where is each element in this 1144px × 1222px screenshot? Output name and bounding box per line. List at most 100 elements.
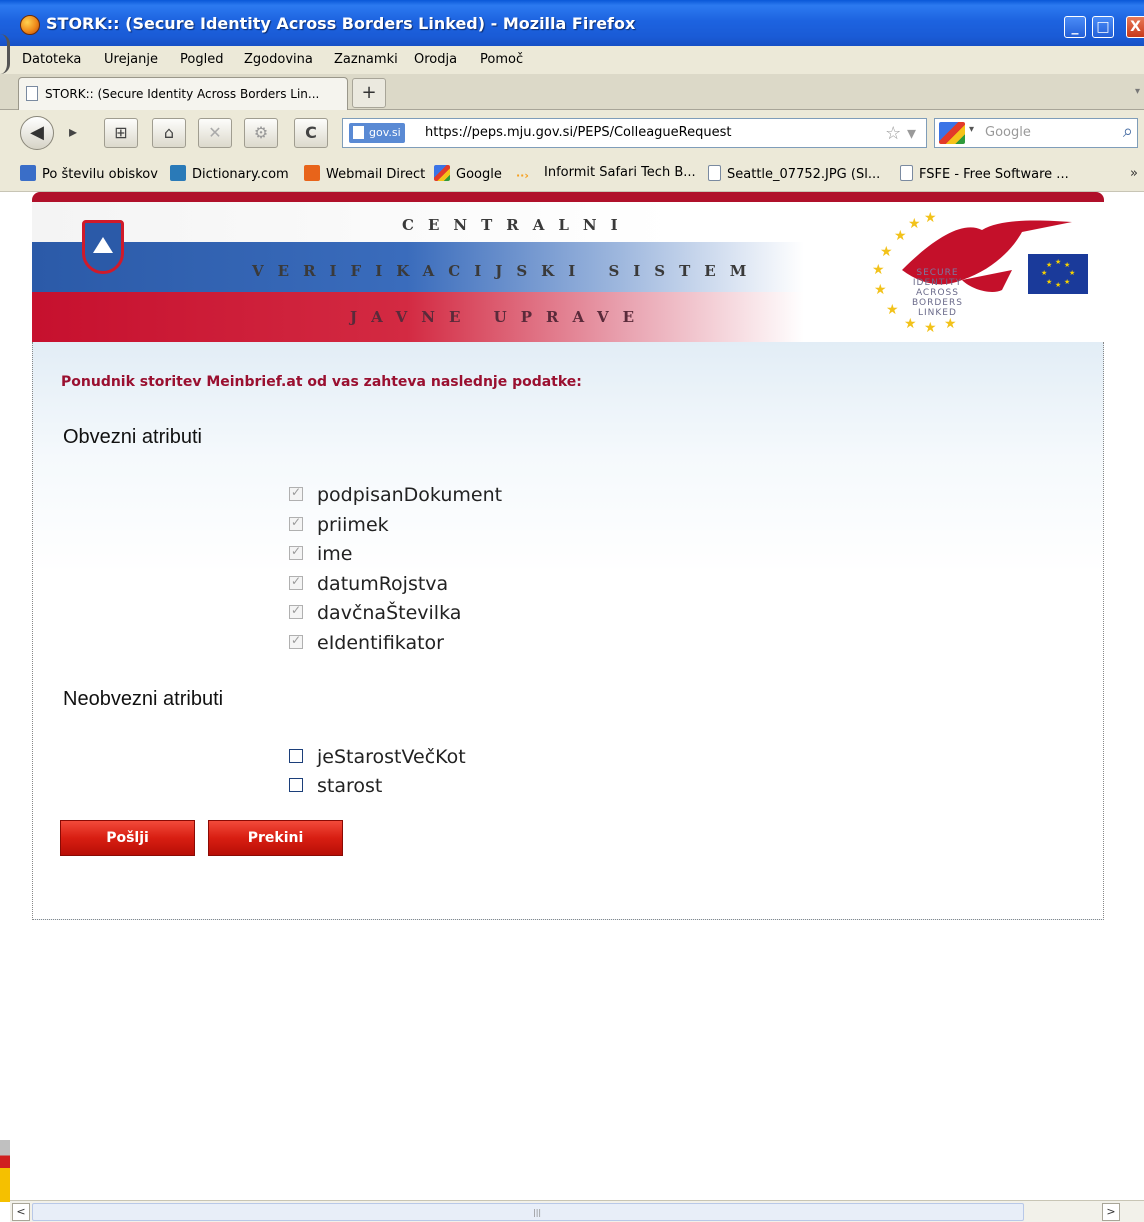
banner-title-line3: JAVNE UPRAVE [350, 308, 649, 326]
stork-word: LINKED [918, 308, 957, 318]
menu-pomoc[interactable]: Pomoč [480, 52, 523, 67]
site-banner: CENTRALNI VERIFIKACIJSKI SISTEM JAVNE UP… [32, 192, 1104, 342]
attribute-eIdentifikator: eIdentifikator [289, 632, 444, 660]
attribute-davcnaStevilka: davčnaŠtevilka [289, 602, 461, 630]
stork-word: SECURE [916, 268, 959, 278]
attribute-label[interactable]: jeStarostVečKot [317, 746, 466, 768]
tab-stork[interactable]: STORK:: (Secure Identity Across Borders … [18, 77, 348, 110]
bookmark-informit[interactable]: ··› Informit Safari Tech B... [516, 165, 696, 185]
attribute-jeStarostVecKot: jeStarostVečKot [289, 746, 466, 774]
new-tab-button[interactable]: + [352, 78, 386, 108]
site-identity-badge[interactable]: gov.si [349, 123, 405, 143]
attribute-checkbox-disabled [289, 485, 303, 501]
svg-text:★: ★ [874, 282, 887, 298]
google-engine-icon[interactable] [939, 122, 965, 144]
menu-zgodovina[interactable]: Zgodovina [244, 52, 313, 67]
stop-button[interactable]: ✕ [198, 118, 232, 148]
optional-attribute-checkbox[interactable] [289, 749, 303, 763]
bookmarks-overflow-icon[interactable]: » [1130, 166, 1138, 181]
url-input[interactable]: https://peps.mju.gov.si/PEPS/ColleagueRe… [425, 125, 731, 140]
window-title: STORK:: (Secure Identity Across Borders … [46, 14, 636, 33]
scrollbar-thumb[interactable]: ||| [32, 1203, 1024, 1221]
minimize-button[interactable]: _ [1064, 16, 1086, 38]
bookmark-label: FSFE - Free Software ... [919, 167, 1069, 182]
page-icon [900, 165, 913, 181]
search-bar[interactable]: ▾ Google ⌕ [934, 118, 1138, 148]
informit-icon: ··› [516, 169, 529, 182]
bookmark-label: Webmail Direct [326, 167, 426, 182]
reload-button[interactable]: C [294, 118, 328, 148]
scroll-right-button[interactable]: > [1102, 1203, 1120, 1221]
page-action-button[interactable]: ⊞ [104, 118, 138, 148]
banner-title-line2: VERIFIKACIJSKI SISTEM [252, 262, 761, 280]
tab-list-icon[interactable]: ▾ [1135, 86, 1140, 97]
menu-orodja[interactable]: Orodja [414, 52, 457, 67]
menu-pogled[interactable]: Pogled [180, 52, 223, 67]
stork-logo-text: SECURE IDENTITY ACROSS BORDERS LINKED [912, 268, 963, 318]
url-bar[interactable]: gov.si https://peps.mju.gov.si/PEPS/Coll… [342, 118, 927, 148]
maximize-button[interactable]: □ [1092, 16, 1114, 38]
svg-text:★: ★ [872, 262, 885, 278]
bookmark-label: Google [456, 167, 502, 182]
menu-urejanje[interactable]: Urejanje [104, 52, 158, 67]
mandatory-attributes-title: Obvezni atributi [63, 426, 202, 448]
attribute-checkbox-disabled [289, 574, 303, 590]
slovenian-coat-of-arms-icon [82, 220, 124, 274]
scroll-left-button[interactable]: < [12, 1203, 30, 1221]
addon-button[interactable]: ⚙ [244, 118, 278, 148]
search-icon[interactable]: ⌕ [1123, 121, 1133, 142]
svg-text:★: ★ [924, 210, 937, 226]
stork-word: IDENTITY [912, 278, 963, 288]
bookmark-google[interactable]: Google [434, 165, 502, 182]
attribute-label: ime [317, 543, 353, 565]
svg-text:★: ★ [886, 302, 899, 318]
cancel-button[interactable]: Prekini [208, 820, 343, 856]
bookmark-label: Dictionary.com [192, 167, 289, 182]
attribute-priimek: priimek [289, 514, 389, 542]
attribute-label: priimek [317, 514, 389, 536]
attribute-label: davčnaŠtevilka [317, 602, 462, 624]
stork-word: BORDERS [912, 298, 963, 308]
horizontal-scrollbar[interactable]: < ||| > [10, 1200, 1144, 1222]
bookmark-label: Po številu obiskov [42, 167, 158, 182]
bookmark-star-icon[interactable]: ☆ ▾ [885, 123, 916, 144]
attribute-checkbox-disabled [289, 603, 303, 619]
banner-title-line1: CENTRALNI [402, 216, 632, 234]
forward-button[interactable]: ▸ [58, 118, 88, 148]
page-viewport: CENTRALNI VERIFIKACIJSKI SISTEM JAVNE UP… [10, 192, 1144, 1200]
attribute-checkbox-disabled [289, 633, 303, 649]
attribute-datumRojstva: datumRojstva [289, 573, 448, 601]
tab-bar: STORK:: (Secure Identity Across Borders … [0, 74, 1144, 110]
window-titlebar[interactable]: STORK:: (Secure Identity Across Borders … [0, 0, 1144, 46]
bookmark-fsfe[interactable]: FSFE - Free Software ... [900, 165, 1069, 182]
most-visited-icon [20, 165, 36, 181]
svg-text:★: ★ [944, 316, 957, 332]
attribute-ime: ime [289, 543, 352, 571]
attribute-label[interactable]: starost [317, 775, 382, 797]
svg-text:★: ★ [880, 244, 893, 260]
search-engine-dropdown-icon[interactable]: ▾ [969, 124, 974, 135]
back-button[interactable]: ◀ [20, 116, 54, 150]
menu-zaznamki[interactable]: Zaznamki [334, 52, 398, 67]
close-button[interactable]: X [1126, 16, 1144, 38]
home-button[interactable]: ⌂ [152, 118, 186, 148]
bookmark-dictionary[interactable]: Dictionary.com [170, 165, 289, 182]
page-icon [708, 165, 721, 181]
attribute-label: podpisanDokument [317, 484, 503, 506]
google-icon [434, 165, 450, 181]
svg-text:★: ★ [904, 316, 917, 332]
background-window-edge [0, 1140, 10, 1202]
page-icon [26, 86, 38, 101]
bookmark-seattle[interactable]: Seattle_07752.JPG (Sl... [708, 165, 880, 182]
attribute-starost: starost [289, 775, 382, 803]
optional-attribute-checkbox[interactable] [289, 778, 303, 792]
menu-datoteka[interactable]: Datoteka [22, 52, 81, 67]
bookmark-most-visited[interactable]: Po številu obiskov [20, 165, 158, 182]
svg-text:★: ★ [924, 320, 937, 335]
submit-button[interactable]: Pošlji [60, 820, 195, 856]
search-input[interactable]: Google [985, 125, 1031, 140]
optional-attributes-title: Neobvezni atributi [63, 688, 224, 710]
webmail-icon [304, 165, 320, 181]
bookmark-webmail[interactable]: Webmail Direct [304, 165, 425, 182]
attribute-label: datumRojstva [317, 573, 449, 595]
